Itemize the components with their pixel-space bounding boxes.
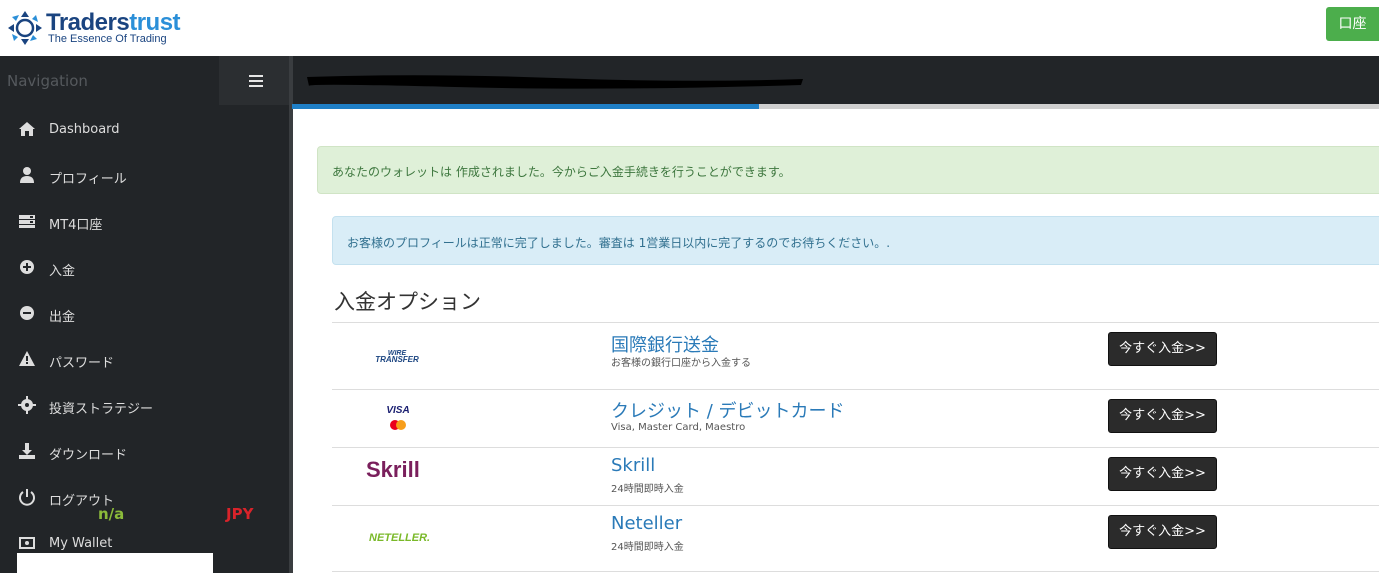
sidebar-item-label: My Wallet: [49, 536, 113, 551]
deposit-options-title: 入金オプション: [334, 290, 481, 314]
option-title-neteller[interactable]: Neteller: [611, 513, 682, 534]
minus-circle-icon: [20, 306, 34, 320]
sidebar-item-password[interactable]: パスワード: [0, 340, 289, 380]
download-icon: [19, 443, 35, 459]
logo-mark-icon: [8, 11, 42, 45]
option-title-card[interactable]: クレジット / デビットカード: [611, 397, 845, 423]
neteller-logo: NETELLER.: [369, 532, 431, 544]
user-icon: [20, 167, 34, 183]
sidebar-item-label: Dashboard: [49, 122, 120, 137]
account-button[interactable]: 口座: [1326, 7, 1379, 41]
row-divider: [332, 505, 1379, 506]
wallet-created-alert: あなたのウォレットは 作成されました。今からご入金手続きを行うことができます。: [317, 146, 1379, 194]
sidebar-item-label: ダウンロード: [49, 448, 128, 463]
server-icon: [19, 215, 35, 228]
home-icon: [19, 122, 35, 136]
top-header: Traderstrust The Essence Of Trading 口座: [0, 0, 1379, 56]
row-divider: [332, 322, 1379, 323]
visa-logo-text: VISA: [386, 405, 409, 416]
sidebar-divider: [289, 56, 293, 573]
sidebar-item-label: プロフィール: [49, 172, 127, 187]
deposit-now-button-neteller[interactable]: 今すぐ入金>>: [1108, 515, 1217, 549]
plus-circle-icon: [20, 260, 34, 274]
deposit-now-button-card[interactable]: 今すぐ入金>>: [1108, 399, 1217, 433]
power-icon: [19, 489, 35, 506]
sidebar-item-label: 出金: [49, 310, 76, 325]
sidebar-item-profile[interactable]: プロフィール: [0, 156, 289, 196]
sidebar-item-download[interactable]: ダウンロード: [0, 432, 289, 472]
sidebar-item-label: 入金: [49, 264, 76, 279]
redacted-username: [307, 75, 803, 89]
sidebar: Navigation Dashboard プロフィール MT4口座 入金 出金 …: [0, 56, 293, 577]
option-desc-skrill: 24時間即時入金: [611, 484, 684, 495]
progress-fill: [292, 104, 759, 109]
wallet-icon: [19, 537, 35, 549]
option-desc-neteller: 24時間即時入金: [611, 542, 684, 553]
gear-icon: [18, 396, 36, 414]
row-divider: [332, 571, 1379, 572]
profile-complete-message: お客様のプロフィールは正常に完了しました。審査は 1営業日以内に完了するのでお待…: [347, 236, 891, 250]
sidebar-item-deposit[interactable]: 入金: [0, 248, 289, 288]
sidebar-item-investment-strategy[interactable]: 投資ストラテジー: [0, 386, 289, 426]
deposit-now-button-skrill[interactable]: 今すぐ入金>>: [1108, 457, 1217, 491]
brand-name-part2: trust: [129, 9, 181, 36]
wallet-balance: n/a: [98, 505, 125, 523]
row-divider: [332, 447, 1379, 448]
wire-transfer-logo: WIRE TRANSFER: [375, 350, 419, 364]
option-desc-bank-wire: お客様の銀行口座から入金する: [611, 358, 751, 369]
content-header: [293, 56, 1379, 105]
wire-transfer-logo-line2: TRANSFER: [375, 355, 419, 364]
sidebar-item-mt4-account[interactable]: MT4口座: [0, 202, 289, 242]
sidebar-item-withdrawal[interactable]: 出金: [0, 294, 289, 334]
navigation-title: Navigation: [7, 72, 88, 90]
sidebar-item-label: パスワード: [49, 356, 115, 371]
sidebar-item-dashboard[interactable]: Dashboard: [0, 110, 289, 150]
warning-icon: [19, 351, 35, 366]
row-divider: [332, 389, 1379, 390]
option-desc-card: Visa, Master Card, Maestro: [611, 422, 746, 433]
profile-complete-alert: お客様のプロフィールは正常に完了しました。審査は 1営業日以内に完了するのでお待…: [332, 216, 1379, 265]
visa-mastercard-logo: VISA: [386, 405, 410, 430]
skrill-logo: Skrill: [366, 457, 420, 482]
deposit-now-button-bank-wire[interactable]: 今すぐ入金>>: [1108, 332, 1217, 366]
sidebar-item-label: MT4口座: [49, 218, 103, 233]
wallet-created-message: あなたのウォレットは 作成されました。今からご入金手続きを行うことができます。: [332, 165, 791, 179]
option-title-skrill[interactable]: Skrill: [611, 455, 655, 476]
brand-tagline: The Essence Of Trading: [48, 33, 167, 45]
sidebar-item-label: 投資ストラテジー: [49, 402, 154, 417]
wallet-currency: JPY: [226, 505, 254, 523]
brand-name-part1: Traders: [46, 9, 130, 36]
wallet-balance-panel: [17, 553, 213, 577]
menu-toggle-button[interactable]: [219, 56, 293, 105]
